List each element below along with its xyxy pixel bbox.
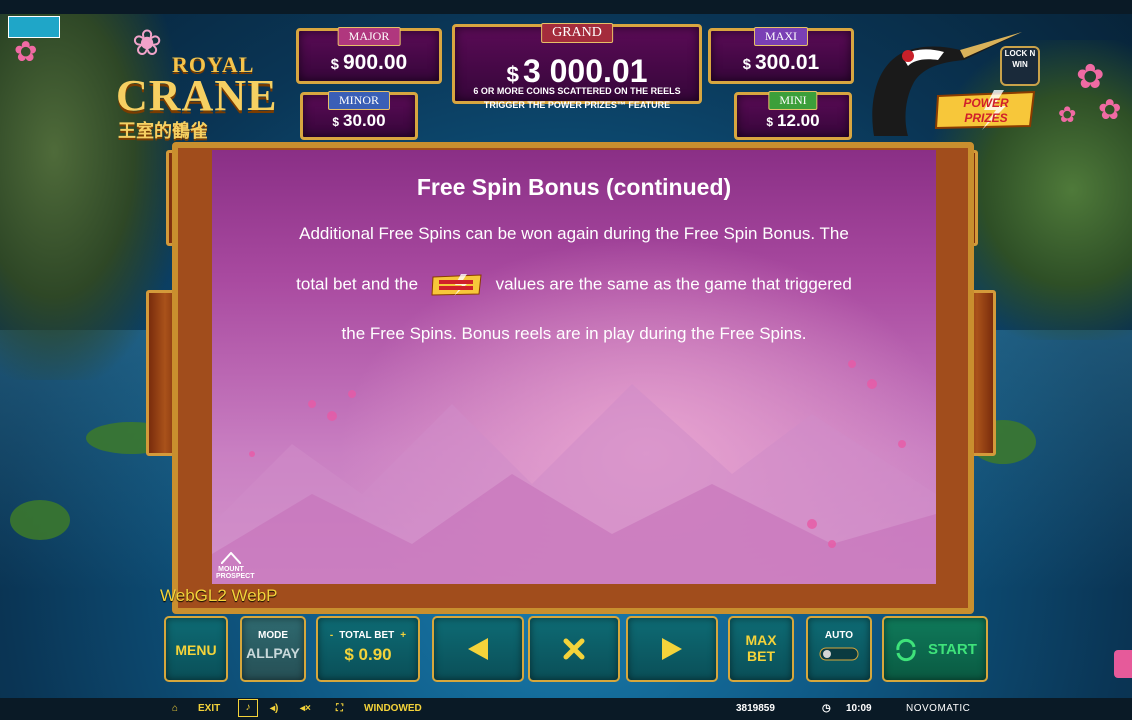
dialog-line-1: Additional Free Spins can be won again d… xyxy=(299,224,849,243)
max-bet-line1: MAX xyxy=(745,632,777,648)
mode-button[interactable]: MODE ALLPAY xyxy=(240,616,306,682)
currency-symbol: $ xyxy=(332,115,340,129)
close-help-button[interactable] xyxy=(528,616,620,682)
session-id: 3819859 xyxy=(736,703,775,714)
total-bet-label: TOTAL BET xyxy=(339,630,395,641)
blossom-icon: ✿ xyxy=(1098,94,1122,125)
exit-link[interactable]: EXIT xyxy=(198,703,220,714)
jackpot-note-line1: 6 OR MORE COINS SCATTERED ON THE REELS xyxy=(473,86,681,96)
jackpot-minor-label: MINOR xyxy=(327,91,391,110)
max-bet-button[interactable]: MAX BET xyxy=(728,616,794,682)
power-prizes-inline-icon xyxy=(431,274,482,296)
status-bar: ⌂ EXIT ♪ ◂) ◂× ⛶ WINDOWED 3819859 ◷ 10:0… xyxy=(0,698,1132,720)
game-stage: ✿ ✿ ✿ ✿ ❀ ROYAL CRANE 王室的鶴雀 MAJOR $900.0… xyxy=(0,0,1132,720)
mute-icon[interactable]: ◂× xyxy=(300,703,311,714)
sound-low-icon[interactable]: ◂) xyxy=(270,703,278,714)
jackpot-major: MAJOR $900.00 xyxy=(296,27,442,84)
bet-increase-button[interactable]: + xyxy=(400,630,406,641)
power-prizes-logo: POWER PRIZES xyxy=(934,90,1036,130)
windowed-icon[interactable]: ⛶ xyxy=(336,703,343,714)
jackpot-maxi: MAXI $300.01 xyxy=(708,27,854,84)
total-bet-control[interactable]: - TOTAL BET + $ 0.90 xyxy=(316,616,420,682)
jackpot-note: 6 OR MORE COINS SCATTERED ON THE REELS T… xyxy=(452,84,702,112)
arrow-left-icon xyxy=(468,638,488,660)
side-tab xyxy=(1114,650,1132,678)
currency-symbol: $ xyxy=(330,57,339,73)
clock-icon: ◷ xyxy=(822,703,831,714)
lotus-icon: ❀ xyxy=(132,22,163,63)
spin-icon xyxy=(896,638,916,662)
render-info: WebGL2 WebP xyxy=(160,586,278,605)
jackpot-maxi-amount: 300.01 xyxy=(754,51,820,74)
blossom-icon: ✿ xyxy=(14,36,38,67)
prev-page-button[interactable] xyxy=(432,616,524,682)
publisher-logo: MOUNT PROSPECT xyxy=(216,551,255,580)
start-button[interactable]: START xyxy=(882,616,988,682)
lilypad xyxy=(10,500,70,540)
jackpot-mini: MINI $12.00 xyxy=(734,91,852,140)
control-bar: MENU MODE ALLPAY - TOTAL BET + $ 0.90 MAX … xyxy=(150,604,1000,698)
next-page-button[interactable] xyxy=(626,616,718,682)
close-icon xyxy=(563,638,585,660)
dialog-line-2a: total bet and the xyxy=(296,274,419,294)
menu-label: MENU xyxy=(175,642,217,658)
jackpot-major-label: MAJOR xyxy=(337,27,401,46)
dialog-title: Free Spin Bonus (continued) xyxy=(416,174,732,200)
dialog-line-2: total bet and the values are the same as… xyxy=(212,274,936,296)
lock-n-win-text: LOCK N WIN xyxy=(1004,49,1036,69)
total-bet-value: $ 0.90 xyxy=(344,645,392,664)
logo-chinese: 王室的鶴雀 xyxy=(118,121,208,141)
publisher-logo-text: MOUNT PROSPECT xyxy=(216,566,255,580)
dialog-line-3: the Free Spins. Bonus reels are in play … xyxy=(341,324,807,343)
jackpot-minor: MINOR $30.00 xyxy=(300,91,418,140)
clock-time: 10:09 xyxy=(846,703,872,714)
home-icon[interactable]: ⌂ xyxy=(172,703,178,714)
arrow-right-icon xyxy=(662,638,682,660)
svg-text:PRIZES: PRIZES xyxy=(964,111,1007,125)
currency-symbol: $ xyxy=(742,57,751,73)
mountain-scenery xyxy=(212,360,936,584)
max-bet-line2: BET xyxy=(747,648,775,664)
jackpot-note-line2: TRIGGER THE POWER PRIZES™ FEATURE xyxy=(483,100,671,110)
bet-decrease-button[interactable]: - xyxy=(330,630,333,641)
jackpot-mini-label: MINI xyxy=(768,91,818,110)
start-label: START xyxy=(928,641,977,658)
mode-value: ALLPAY xyxy=(246,645,300,661)
sound-on-icon[interactable]: ♪ xyxy=(238,699,258,717)
blossom-icon: ✿ xyxy=(1058,102,1077,127)
logo-crane: CRANE xyxy=(116,71,278,120)
windowed-toggle[interactable]: WINDOWED xyxy=(364,703,422,714)
game-logo: ❀ ROYAL CRANE 王室的鶴雀 xyxy=(112,22,288,141)
paytable-dialog: Free Spin Bonus (continued) Additional F… xyxy=(212,150,936,584)
jackpot-minor-amount: 30.00 xyxy=(343,111,386,130)
top-strip xyxy=(0,0,1132,14)
currency-symbol: $ xyxy=(766,115,774,129)
svg-text:POWER: POWER xyxy=(963,96,1009,110)
brand-name: NOVOMATIC xyxy=(906,703,971,714)
blossom-icon: ✿ xyxy=(1076,58,1105,96)
menu-button[interactable]: MENU xyxy=(164,616,228,682)
mini-preview xyxy=(8,16,60,38)
auto-label: AUTO xyxy=(824,630,854,641)
dialog-line-2b: values are the same as the game that tri… xyxy=(495,274,852,294)
toggle-switch-icon xyxy=(819,647,859,661)
lock-n-win-badge: LOCK N WIN xyxy=(1000,46,1040,86)
jackpot-grand-label: GRAND xyxy=(541,23,613,43)
jackpot-mini-amount: 12.00 xyxy=(777,111,820,130)
auto-spin-toggle[interactable]: AUTO xyxy=(806,616,872,682)
jackpot-major-amount: 900.00 xyxy=(342,51,408,74)
mode-label: MODE xyxy=(258,630,288,641)
total-bet-header: - TOTAL BET + xyxy=(318,630,418,641)
jackpot-maxi-label: MAXI xyxy=(754,27,808,46)
mountain-logo-icon xyxy=(220,551,242,565)
